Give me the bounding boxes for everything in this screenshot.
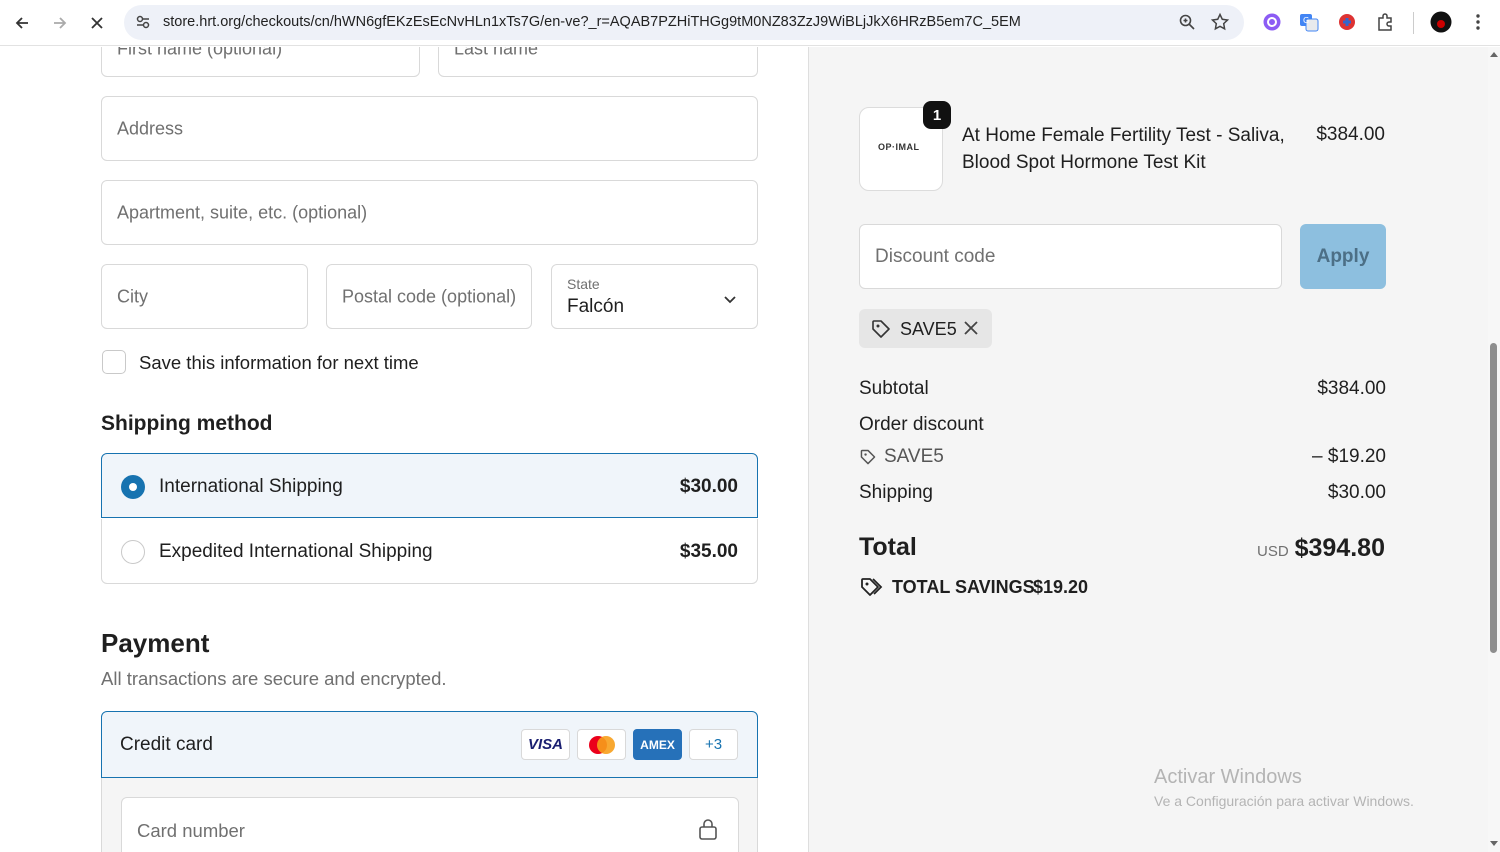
tag-icon [870, 318, 892, 345]
shipping-value: $30.00 [1327, 482, 1386, 503]
shipping-option-name: International Shipping [159, 476, 343, 497]
discount-placeholder: Discount code [875, 246, 996, 267]
profile-avatar[interactable] [1430, 11, 1452, 33]
tags-icon [859, 575, 883, 604]
applied-discount-chip: SAVE5 [859, 309, 992, 348]
discount-value: – $19.20 [1312, 446, 1386, 467]
site-settings-icon[interactable] [134, 13, 152, 36]
more-cards-badge[interactable]: +3 [689, 729, 738, 760]
bookmark-star-icon[interactable] [1210, 12, 1230, 37]
product-name: At Home Female Fertility Test - Saliva, … [962, 125, 1285, 173]
google-translate-icon[interactable]: G [1298, 11, 1320, 33]
payment-title: Payment [101, 628, 210, 658]
back-button[interactable] [9, 10, 35, 36]
radio-unselected[interactable] [121, 540, 145, 564]
subtotal-label: Subtotal [859, 378, 929, 399]
applied-code-label: SAVE5 [900, 319, 957, 339]
total-value: $394.80 [1294, 534, 1385, 562]
card-number-placeholder: Card number [137, 820, 245, 841]
radio-selected[interactable] [121, 475, 145, 499]
shipping-option-price: $35.00 [679, 541, 738, 562]
more-cards-text: +3 [704, 736, 723, 753]
postal-code-field[interactable]: Postal code (optional) [326, 264, 532, 329]
shipping-option-international[interactable]: International Shipping $30.00 [101, 453, 758, 518]
arrow-left-icon [15, 17, 28, 29]
city-field[interactable]: City [101, 264, 308, 329]
address-field[interactable]: Address [101, 96, 758, 161]
currency-code: USD [1257, 543, 1289, 560]
windows-activation-watermark: Activar Windows Ve a Configuración para … [1154, 766, 1414, 809]
zoom-icon[interactable] [1178, 13, 1196, 36]
extension-shield-icon[interactable] [1336, 11, 1358, 33]
close-icon [91, 17, 103, 29]
postal-code-placeholder: Postal code (optional) [342, 286, 517, 306]
stop-loading-button[interactable] [84, 10, 110, 36]
credit-card-option[interactable]: Credit card VISA AMEX +3 [101, 711, 758, 778]
page-scrollbar[interactable] [1488, 47, 1500, 852]
save-info-checkbox[interactable] [102, 350, 126, 374]
last-name-placeholder: Last name [454, 47, 539, 59]
order-discount-label: Order discount [859, 414, 984, 435]
order-summary: OP·IMAL 1 At Home Female Fertility Test … [808, 47, 1488, 852]
browser-menu-icon[interactable] [1467, 11, 1489, 33]
city-placeholder: City [117, 286, 148, 306]
svg-text:G: G [1303, 16, 1309, 25]
first-name-placeholder: First name (optional) [117, 47, 283, 59]
remove-discount-icon[interactable] [962, 319, 980, 342]
shipping-label: Shipping [859, 482, 933, 503]
savings-value: $19.20 [1033, 577, 1089, 597]
lock-icon [698, 818, 718, 845]
forward-button[interactable] [47, 10, 73, 36]
credit-card-body: Card number [101, 778, 758, 852]
address-bar[interactable]: store.hrt.org/checkouts/cn/hWN6gfEKzEsEc… [124, 5, 1244, 40]
product-logo: OP·IMAL [878, 142, 920, 152]
amex-logo: AMEX [633, 729, 682, 760]
address-placeholder: Address [117, 118, 184, 138]
credit-card-label: Credit card [120, 734, 213, 755]
state-select[interactable]: State Falcón [551, 264, 758, 329]
discount-code-input[interactable]: Discount code [859, 224, 1282, 289]
card-number-field[interactable]: Card number [121, 797, 739, 852]
extension-purple-icon[interactable] [1261, 11, 1283, 33]
chevron-down-icon [723, 292, 737, 310]
scroll-up-arrow-icon[interactable] [1490, 52, 1498, 57]
first-name-field[interactable]: First name (optional) [101, 47, 420, 77]
apartment-placeholder: Apartment, suite, etc. (optional) [117, 202, 368, 222]
scrollbar-thumb[interactable] [1490, 343, 1497, 653]
visa-logo: VISA [521, 729, 570, 760]
checkout-form: First name (optional) Last name Address … [0, 47, 808, 852]
shipping-method-title: Shipping method [101, 412, 273, 435]
state-value: Falcón [567, 296, 625, 317]
extensions-puzzle-icon[interactable] [1374, 11, 1396, 33]
payment-subtitle: All transactions are secure and encrypte… [101, 668, 447, 689]
apply-button[interactable]: Apply [1300, 224, 1386, 289]
watermark-subtitle: Ve a Configuración para activar Windows. [1154, 793, 1414, 809]
shipping-option-price: $30.00 [679, 476, 738, 497]
mastercard-logo [577, 729, 626, 760]
last-name-field[interactable]: Last name [438, 47, 758, 77]
browser-toolbar: store.hrt.org/checkouts/cn/hWN6gfEKzEsEc… [0, 0, 1500, 46]
scroll-down-arrow-icon[interactable] [1490, 841, 1498, 846]
shipping-option-name: Expedited International Shipping [159, 541, 433, 562]
visa-text: VISA [527, 736, 563, 753]
subtotal-value: $384.00 [1317, 378, 1386, 399]
save-info-label[interactable]: Save this information for next time [139, 352, 419, 374]
apartment-field[interactable]: Apartment, suite, etc. (optional) [101, 180, 758, 245]
state-label: State [567, 276, 600, 292]
amex-text: AMEX [640, 737, 675, 752]
total-label: Total [859, 533, 917, 561]
product-price: $384.00 [1316, 124, 1385, 145]
url-text[interactable]: store.hrt.org/checkouts/cn/hWN6gfEKzEsEc… [163, 14, 1021, 30]
savings-label: TOTAL SAVINGS [892, 577, 1035, 597]
tag-icon [859, 448, 877, 472]
watermark-title: Activar Windows [1154, 766, 1302, 788]
toolbar-divider [1413, 12, 1414, 34]
shipping-option-expedited[interactable]: Expedited International Shipping $35.00 [101, 519, 758, 584]
quantity-badge: 1 [923, 101, 951, 129]
discount-code-text: SAVE5 [884, 446, 944, 467]
arrow-right-icon [54, 17, 67, 29]
